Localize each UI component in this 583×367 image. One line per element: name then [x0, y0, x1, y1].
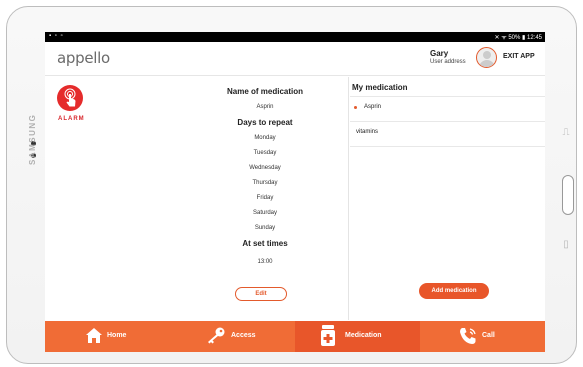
list-item-label: Asprin	[364, 104, 382, 110]
nav-medication-label: Medication	[345, 332, 382, 339]
nav-home[interactable]: Home	[45, 321, 170, 352]
exit-app-button[interactable]: EXIT APP	[503, 53, 535, 60]
medication-detail-panel: ALARM Name of medication Asprin Days to …	[45, 77, 349, 320]
recent-apps-key-icon[interactable]: ▯	[561, 239, 571, 253]
nav-call[interactable]: Call	[420, 321, 545, 352]
list-item-vitamins[interactable]: vitamins	[350, 122, 545, 146]
nav-home-label: Home	[107, 332, 127, 339]
times-heading: At set times	[242, 239, 288, 248]
medication-name: Asprin	[256, 104, 274, 110]
avatar-body-shape	[479, 60, 495, 67]
key-icon	[208, 327, 225, 344]
main-content: ALARM Name of medication Asprin Days to …	[45, 77, 545, 320]
day-item: Monday	[254, 135, 276, 141]
medication-icon	[321, 325, 335, 346]
back-key-icon[interactable]: ⎍	[561, 127, 571, 141]
day-item: Tuesday	[253, 150, 277, 156]
device-brand: SAMSUNG	[28, 113, 37, 165]
divider	[350, 146, 545, 147]
day-item: Wednesday	[249, 165, 281, 171]
days-heading: Days to repeat	[237, 118, 293, 127]
add-medication-button[interactable]: Add medication	[419, 283, 489, 299]
medication-list-panel: My medication Asprin vitamins Add medica…	[350, 77, 545, 320]
avatar[interactable]	[476, 47, 497, 68]
hardware-home-button[interactable]	[562, 175, 574, 215]
day-item: Sunday	[254, 225, 276, 231]
list-item-label: vitamins	[356, 129, 379, 135]
home-icon	[86, 328, 102, 343]
status-left-icons: ▪ ▫ ▫	[49, 33, 64, 39]
alarm-label: ALARM	[58, 116, 85, 122]
phone-icon	[460, 328, 476, 344]
edit-button[interactable]: Edit	[235, 287, 287, 301]
nav-call-label: Call	[482, 332, 495, 339]
nav-access[interactable]: Access	[170, 321, 295, 352]
day-item: Saturday	[252, 210, 277, 216]
day-item: Thursday	[252, 180, 278, 186]
nav-medication[interactable]: Medication	[295, 321, 420, 352]
medication-list-title: My medication	[352, 83, 408, 92]
avatar-head-shape	[483, 51, 491, 59]
alarm-button[interactable]	[57, 85, 83, 111]
app-header: appello Gary User address EXIT APP	[45, 42, 545, 76]
user-name: Gary	[430, 49, 449, 58]
name-heading: Name of medication	[226, 87, 303, 96]
status-right-info: ✕ ᯤ 50% ▮ 12:45	[494, 35, 543, 41]
bottom-nav: Home Access Medication Call	[45, 321, 545, 352]
day-item: Friday	[256, 195, 274, 201]
app-logo: appello	[57, 49, 110, 67]
list-item-asprin[interactable]: Asprin	[350, 97, 545, 121]
set-time: 13:00	[257, 259, 273, 265]
status-bar: ▪ ▫ ▫ ✕ ᯤ 50% ▮ 12:45	[45, 32, 545, 42]
app-screen: ▪ ▫ ▫ ✕ ᯤ 50% ▮ 12:45 appello Gary User …	[45, 32, 545, 352]
user-address: User address	[430, 59, 466, 65]
alarm-touch-icon	[64, 88, 76, 107]
selected-dot-icon	[354, 106, 357, 109]
nav-access-label: Access	[231, 332, 256, 339]
